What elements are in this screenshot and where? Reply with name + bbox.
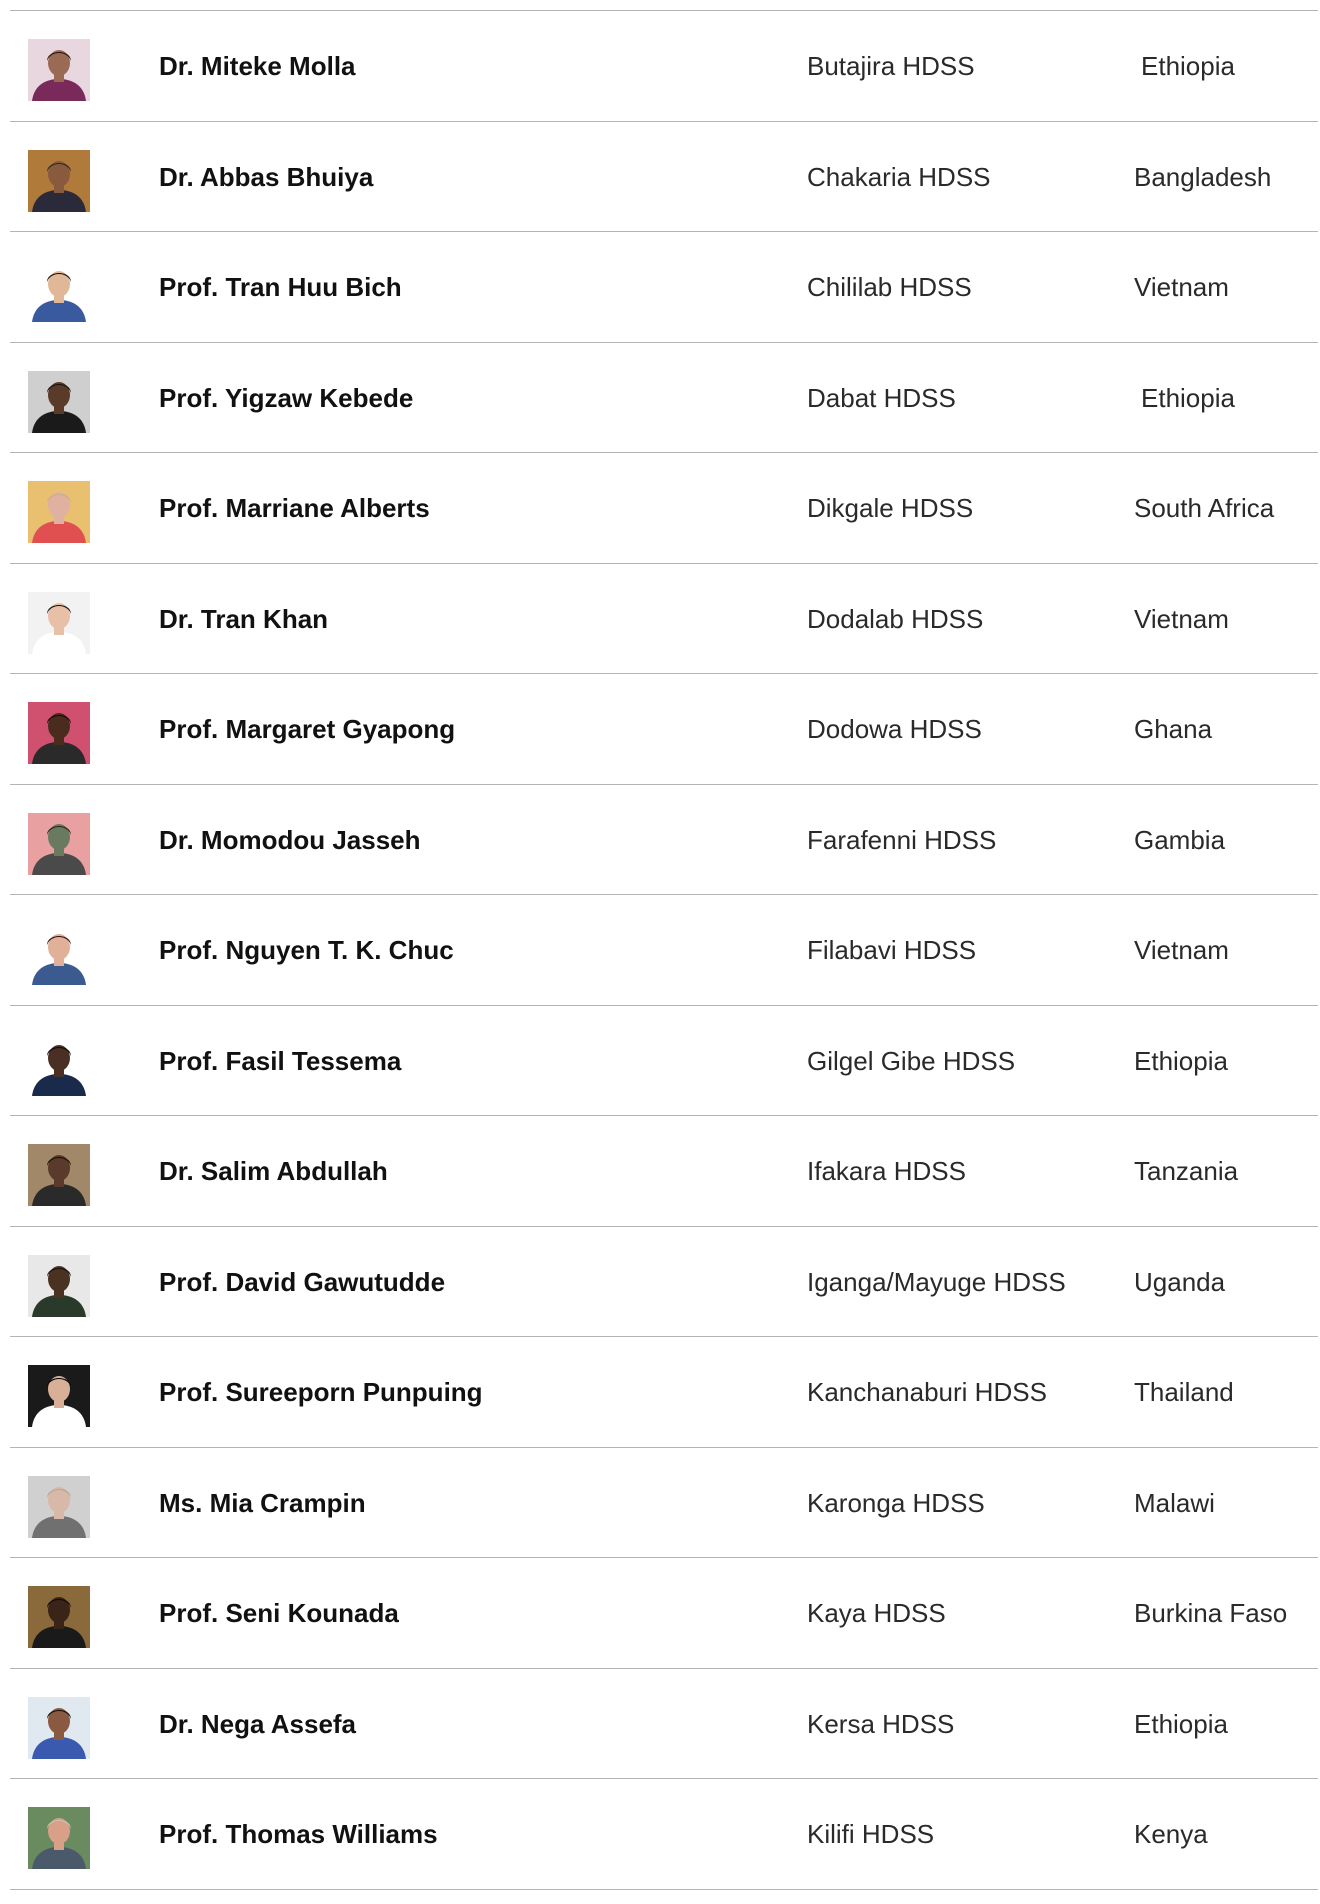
person-name: Dr. Nega Assefa (159, 1708, 357, 1739)
person-name: Dr. Abbas Bhuiya (159, 161, 374, 192)
table-row: Dr. Abbas Bhuiya Chakaria HDSS Bangladesh (10, 122, 1318, 232)
country: Vietnam (1134, 272, 1229, 302)
table-row: Dr. Nega Assefa Kersa HDSS Ethiopia (10, 1669, 1318, 1779)
table-row: Prof. Seni Kounada Kaya HDSS Burkina Faso (10, 1558, 1318, 1669)
person-name: Prof. Marriane Alberts (159, 493, 430, 523)
table-row: Dr. Tran Khan Dodalab HDSS Vietnam (10, 564, 1318, 674)
hdss-site: Dabat HDSS (807, 382, 956, 413)
person-name: Ms. Mia Crampin (159, 1487, 366, 1518)
portrait-photo (28, 260, 90, 322)
person-name: Prof. Tran Huu Bich (159, 272, 402, 302)
portrait-photo (28, 1254, 90, 1317)
hdss-site: Kersa HDSS (807, 1708, 955, 1739)
portrait-photo (28, 812, 90, 875)
country: Ghana (1134, 714, 1213, 744)
country: Malawi (1134, 1487, 1215, 1518)
portrait-photo (28, 1807, 90, 1869)
table-row: Dr. Momodou Jasseh Farafenni HDSS Gambia (10, 785, 1318, 895)
hdss-site: Chililab HDSS (807, 272, 972, 302)
table-row: Prof. Thomas Williams Kilifi HDSS Kenya (10, 1779, 1318, 1890)
hdss-site: Kilifi HDSS (807, 1819, 935, 1849)
portrait-photo (28, 1365, 90, 1427)
portrait-photo (28, 1475, 90, 1538)
person-name: Prof. Fasil Tessema (159, 1045, 402, 1076)
portrait-photo (28, 370, 90, 433)
country: Burkina Faso (1134, 1598, 1288, 1628)
table-row: Prof. Yigzaw Kebede Dabat HDSS Ethiopia (10, 343, 1318, 453)
hdss-site: Farafenni HDSS (807, 824, 997, 855)
portrait-photo (28, 1586, 90, 1648)
portrait-photo (28, 481, 90, 543)
portrait-photo (28, 923, 90, 985)
country: Gambia (1134, 824, 1226, 855)
country: Ethiopia (1134, 1045, 1228, 1076)
portrait-photo (28, 702, 90, 764)
portrait-photo (28, 39, 90, 101)
country: Tanzania (1134, 1156, 1239, 1186)
portrait-photo (28, 1033, 90, 1096)
hdss-site: Gilgel Gibe HDSS (807, 1045, 1016, 1076)
table-row: Prof. Fasil Tessema Gilgel Gibe HDSS Ethio… (10, 1006, 1318, 1116)
portrait-photo (28, 1696, 90, 1759)
country: Vietnam (1134, 935, 1229, 965)
country: Ethiopia (1134, 1708, 1228, 1739)
person-name: Prof. Seni Kounada (159, 1598, 399, 1628)
person-name: Prof. Sureeporn Punpuing (159, 1377, 483, 1407)
hdss-site: Filabavi HDSS (807, 935, 977, 965)
hdss-site: Kaya HDSS (807, 1598, 946, 1628)
country: Kenya (1134, 1819, 1208, 1849)
person-name: Prof. Yigzaw Kebede (159, 382, 414, 413)
country: Vietnam (1134, 603, 1229, 634)
hdss-site: Ifakara HDSS (807, 1156, 966, 1186)
country: Bangladesh (1134, 161, 1272, 192)
person-name: Dr. Miteke Molla (159, 51, 356, 81)
hdss-site: Chakaria HDSS (807, 161, 991, 192)
table-row: Prof. Margaret Gyapong Dodowa HDSS Ghana (10, 674, 1318, 785)
person-name: Dr. Tran Khan (159, 603, 329, 634)
hdss-site: Dodowa HDSS (807, 714, 982, 744)
portrait-photo (28, 591, 90, 654)
table-row: Dr. Miteke Molla Butajira HDSS Ethiopia (10, 11, 1318, 122)
hdss-site: Butajira HDSS (807, 51, 975, 81)
portrait-photo (28, 149, 90, 212)
country: Thailand (1134, 1377, 1234, 1407)
person-name: Prof. Margaret Gyapong (159, 714, 456, 744)
country: Ethiopia (1141, 382, 1235, 413)
hdss-site: Dikgale HDSS (807, 493, 974, 523)
table-row: Dr. Salim Abdullah Ifakara HDSS Tanzania (10, 1116, 1318, 1227)
table-row: Prof. Nguyen T. K. Chuc Filabavi HDSS Viet… (10, 895, 1318, 1006)
country: Ethiopia (1141, 51, 1235, 81)
table-row: Prof. Marriane Alberts Dikgale HDSS South … (10, 453, 1318, 564)
staff-directory-table: Dr. Miteke Molla Butajira HDSS Ethiopia Dr.… (10, 10, 1318, 1890)
hdss-site: Kanchanaburi HDSS (807, 1377, 1047, 1407)
country: South Africa (1134, 493, 1275, 523)
table-row: Ms. Mia Crampin Karonga HDSS Malawi (10, 1448, 1318, 1558)
table-row: Prof. Sureeporn Punpuing Kanchanaburi HDS… (10, 1337, 1318, 1448)
hdss-site: Karonga HDSS (807, 1487, 985, 1518)
hdss-site: Dodalab HDSS (807, 603, 984, 634)
person-name: Prof. David Gawutudde (159, 1266, 446, 1297)
person-name: Dr. Salim Abdullah (159, 1156, 388, 1186)
person-name: Prof. Nguyen T. K. Chuc (159, 935, 454, 965)
person-name: Prof. Thomas Williams (159, 1819, 438, 1849)
table-row: Prof. Tran Huu Bich Chililab HDSS Vietnam (10, 232, 1318, 343)
portrait-photo (28, 1144, 90, 1206)
table-row: Prof. David Gawutudde Iganga/Mayuge HDSS U… (10, 1227, 1318, 1337)
country: Uganda (1134, 1266, 1226, 1297)
person-name: Dr. Momodou Jasseh (159, 824, 421, 855)
hdss-site: Iganga/Mayuge HDSS (807, 1266, 1066, 1297)
